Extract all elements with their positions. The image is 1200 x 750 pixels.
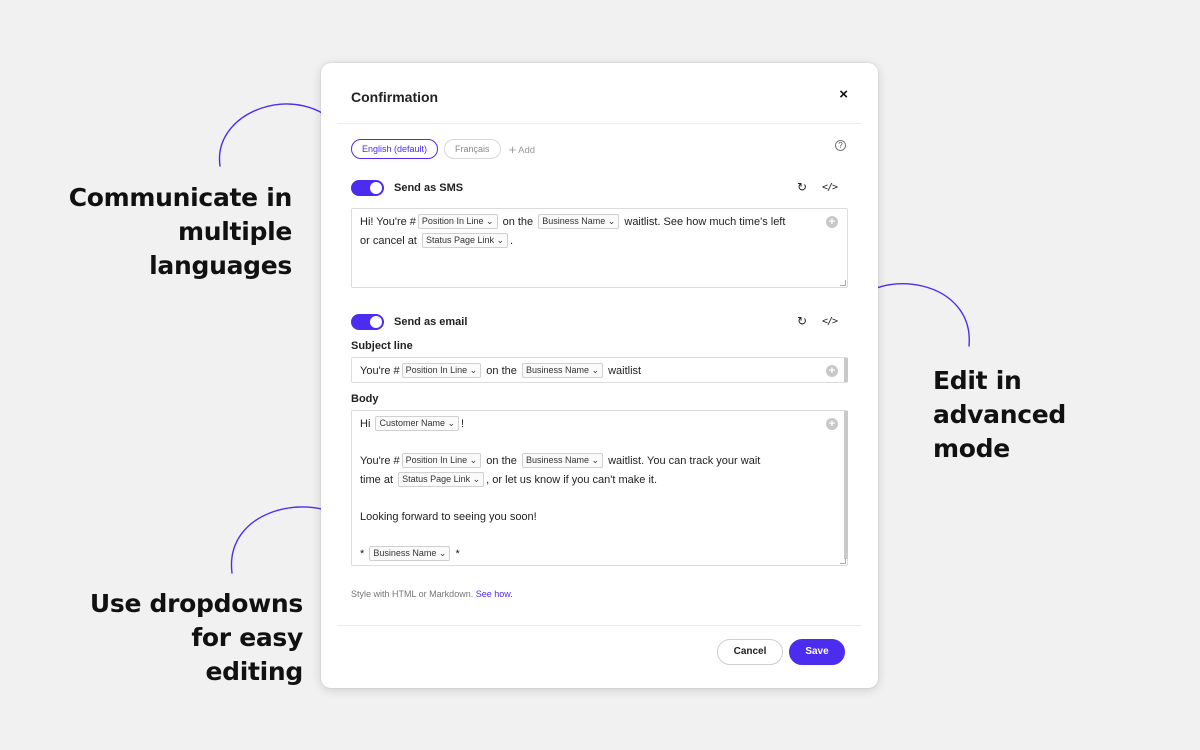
sms-toggle[interactable] [351,180,384,196]
header-divider [337,123,862,124]
hint-text: Style with HTML or Markdown. [351,589,474,599]
callout-advanced-mode: Edit in advanced mode [933,364,1133,466]
plus-icon: + [508,141,517,157]
cancel-button[interactable]: Cancel [717,639,783,665]
text-segment: Hi! You're # [360,216,416,228]
language-tab-english[interactable]: English (default) [351,139,439,159]
text-segment: * [360,547,365,560]
insert-variable-icon[interactable]: + [826,418,838,430]
variable-dropdown[interactable]: Position In Line [401,453,482,468]
scrollbar[interactable] [844,411,848,559]
scrollbar[interactable] [844,358,848,382]
add-language-button[interactable]: + Add [509,142,536,157]
callout-dropdowns: Use dropdowns for easy editing [40,587,303,689]
footer-divider [337,625,862,626]
callout-line: multiple [178,217,292,246]
reset-icon[interactable]: ↻ [797,181,807,193]
add-language-label: Add [518,144,536,156]
text-segment: or cancel at [360,234,417,247]
callout-languages: Communicate in multiple languages [30,181,293,283]
body-label: Body [351,393,379,405]
text-segment: You're # [360,455,400,467]
variable-dropdown[interactable]: Business Name [521,363,604,378]
resize-handle[interactable] [840,558,846,564]
text-segment: time at [360,473,394,486]
code-icon[interactable]: </> [822,316,838,328]
text-segment: on the [486,365,517,377]
subject-line-editor[interactable]: You're #Position In Line on the Business… [351,357,848,383]
language-tabs: English (default) Français + Add [351,139,535,159]
text-segment: * [455,547,460,560]
insert-variable-icon[interactable]: + [826,365,838,377]
variable-dropdown[interactable]: Status Page Link [398,471,485,487]
subject-line-label: Subject line [351,340,413,352]
callout-line: Use dropdowns [89,589,303,618]
text-segment: Looking forward to seeing you soon! [360,510,537,523]
language-tab-french[interactable]: Français [444,139,501,159]
see-how-link[interactable]: See how. [476,589,513,599]
variable-dropdown[interactable]: Business Name [538,214,620,229]
insert-variable-icon[interactable]: + [826,216,838,228]
text-segment: on the [502,216,534,228]
text-segment: waitlist [608,365,642,377]
variable-dropdown[interactable]: Business Name [521,453,604,468]
confirmation-modal: Confirmation × English (default) Françai… [321,63,878,688]
variable-dropdown[interactable]: Business Name [369,545,451,561]
code-icon[interactable]: </> [822,182,838,194]
callout-line: Edit in [933,366,1022,395]
variable-dropdown[interactable]: Position In Line [417,214,498,229]
email-body-editor[interactable]: Hi Customer Name! You're #Position In Li… [351,410,848,566]
text-segment: on the [486,455,517,467]
variable-dropdown[interactable]: Position In Line [401,363,482,378]
email-toggle[interactable] [351,314,384,330]
email-label: Send as email [394,316,468,328]
modal-title: Confirmation [351,89,439,105]
text-segment: . [510,234,514,247]
text-segment: Hi [360,418,371,430]
sms-label: Send as SMS [394,182,464,194]
sms-message-editor[interactable]: Hi! You're #Position In Line on the Busi… [351,208,848,288]
text-segment: waitlist. You can track your wait [608,455,761,467]
text-segment: You're # [360,365,400,377]
reset-icon[interactable]: ↻ [797,315,807,327]
callout-line: languages [149,251,292,280]
resize-handle[interactable] [840,280,846,286]
text-segment: , or let us know if you can't make it. [486,473,658,486]
callout-line: for easy [191,623,303,652]
variable-dropdown[interactable]: Customer Name [375,416,460,431]
callout-line: editing [205,657,303,686]
variable-dropdown[interactable]: Status Page Link [421,232,509,248]
callout-line: Communicate in [68,183,293,212]
text-segment: ! [461,418,465,430]
callout-line: advanced [933,400,1067,429]
help-icon[interactable]: ? [835,140,846,151]
close-icon[interactable]: × [839,87,848,102]
text-segment: waitlist. See how much time's left [624,216,786,228]
save-button[interactable]: Save [789,639,845,665]
formatting-hint: Style with HTML or Markdown. See how. [351,589,513,599]
callout-line: mode [933,434,1010,463]
